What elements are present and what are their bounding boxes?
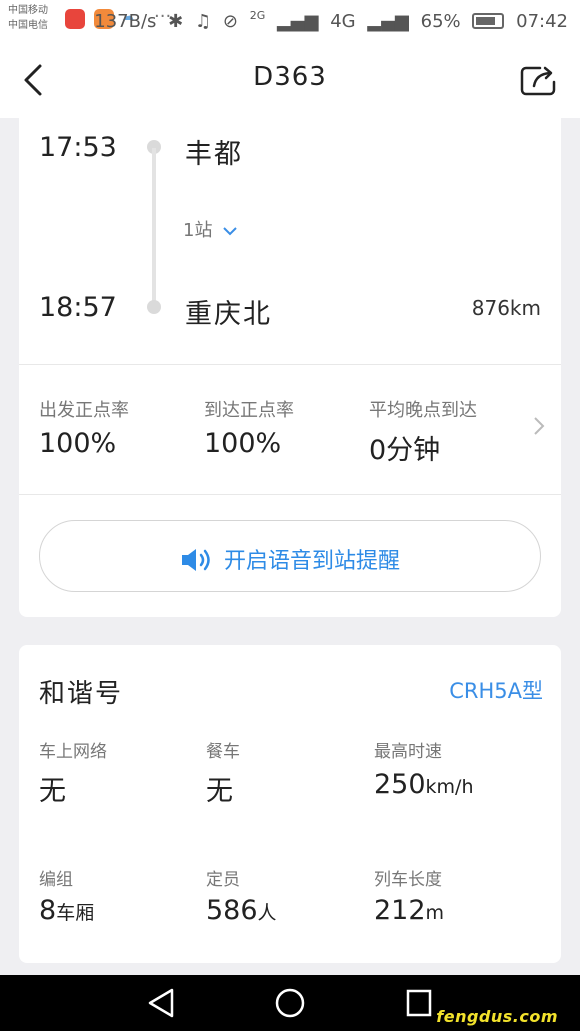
distance: 876km — [471, 296, 541, 320]
net-speed: 137B/s — [94, 11, 157, 32]
train-model-link[interactable]: CRH5A型 — [449, 675, 543, 705]
depart-station: 丰都 — [185, 139, 243, 170]
depart-punctuality-value: 100% — [39, 428, 117, 459]
formation-value: 8车厢 — [39, 895, 95, 926]
carrier-2: 中国电信 — [8, 20, 48, 31]
signal-icon-2: ▂▄▆ — [367, 11, 409, 32]
carrier-1: 中国移动 — [8, 5, 48, 16]
status-right: 137B/s ✱ ♫ ⊘ 2G ▂▄▆ 4G ▂▄▆ 65% 07:42 — [88, 9, 568, 32]
dining-car-value: 无 — [206, 776, 233, 807]
carrier-info: 中国移动 中国电信 — [8, 3, 48, 33]
status-bar: 中国移动 中国电信 ☁ ··· 137B/s ✱ ♫ ⊘ 2G ▂▄▆ 4G ▂… — [0, 0, 580, 42]
voice-reminder-label: 开启语音到站提醒 — [223, 549, 400, 574]
signal-label-1: 2G — [249, 9, 266, 22]
voice-reminder-button[interactable]: 开启语音到站提醒 — [39, 520, 541, 592]
route-card: 17:53 丰都 1站 18:57 重庆北 876km 出发正点率 100% 到… — [19, 118, 561, 617]
recents-square-icon[interactable] — [404, 987, 434, 1019]
avg-delay-label: 平均晚点到达 — [369, 400, 477, 421]
capacity-value: 586人 — [206, 895, 277, 926]
train-length-label: 列车长度 — [374, 870, 442, 890]
route-line — [152, 148, 156, 306]
watermark: fengdus.com — [436, 1007, 558, 1026]
netease-music-icon — [65, 9, 85, 29]
battery-icon — [472, 13, 505, 29]
max-speed-value: 250km/h — [374, 769, 474, 800]
depart-punctuality-label: 出发正点率 — [39, 400, 129, 421]
dining-car-label: 餐车 — [206, 742, 240, 762]
formation-label: 编组 — [39, 870, 73, 890]
clock: 07:42 — [516, 11, 568, 32]
signal-label-2: 4G — [330, 11, 356, 32]
speaker-icon — [181, 549, 210, 571]
divider — [19, 494, 561, 495]
home-circle-icon[interactable] — [274, 987, 306, 1019]
max-speed-label: 最高时速 — [374, 742, 442, 762]
header-bar: D363 — [0, 42, 580, 118]
arrive-dot — [147, 300, 161, 314]
wifi-label: 车上网络 — [39, 742, 107, 762]
arrive-station: 重庆北 — [185, 299, 272, 330]
stops-toggle[interactable]: 1站 — [183, 216, 238, 242]
divider — [19, 364, 561, 365]
chevron-down-icon — [222, 220, 238, 241]
share-icon[interactable] — [520, 64, 558, 96]
signal-icon-1: ▂▄▆ — [276, 11, 319, 32]
depart-time: 17:53 — [39, 132, 117, 163]
page-title: D363 — [253, 62, 327, 92]
system-nav-bar: fengdus.com — [0, 975, 580, 1031]
back-triangle-icon[interactable] — [146, 987, 176, 1019]
train-name: 和谐号 — [39, 679, 124, 709]
battery-percent: 65% — [420, 11, 461, 32]
arrive-punctuality-value: 100% — [204, 428, 282, 459]
avg-delay-value: 0分钟 — [369, 435, 441, 466]
arrive-time: 18:57 — [39, 292, 117, 323]
stops-label: 1站 — [183, 220, 213, 241]
capacity-label: 定员 — [206, 870, 240, 890]
bluetooth-icon: ✱ — [168, 11, 184, 32]
wifi-value: 无 — [39, 776, 66, 807]
headphone-icon: ♫ — [195, 11, 212, 32]
train-length-value: 212m — [374, 895, 445, 926]
mute-icon: ⊘ — [222, 11, 238, 32]
arrive-punctuality-label: 到达正点率 — [204, 400, 294, 421]
chevron-right-icon[interactable] — [531, 414, 547, 438]
train-info-card: 和谐号 CRH5A型 车上网络 无 餐车 无 最高时速 250km/h 编组 8… — [19, 645, 561, 963]
